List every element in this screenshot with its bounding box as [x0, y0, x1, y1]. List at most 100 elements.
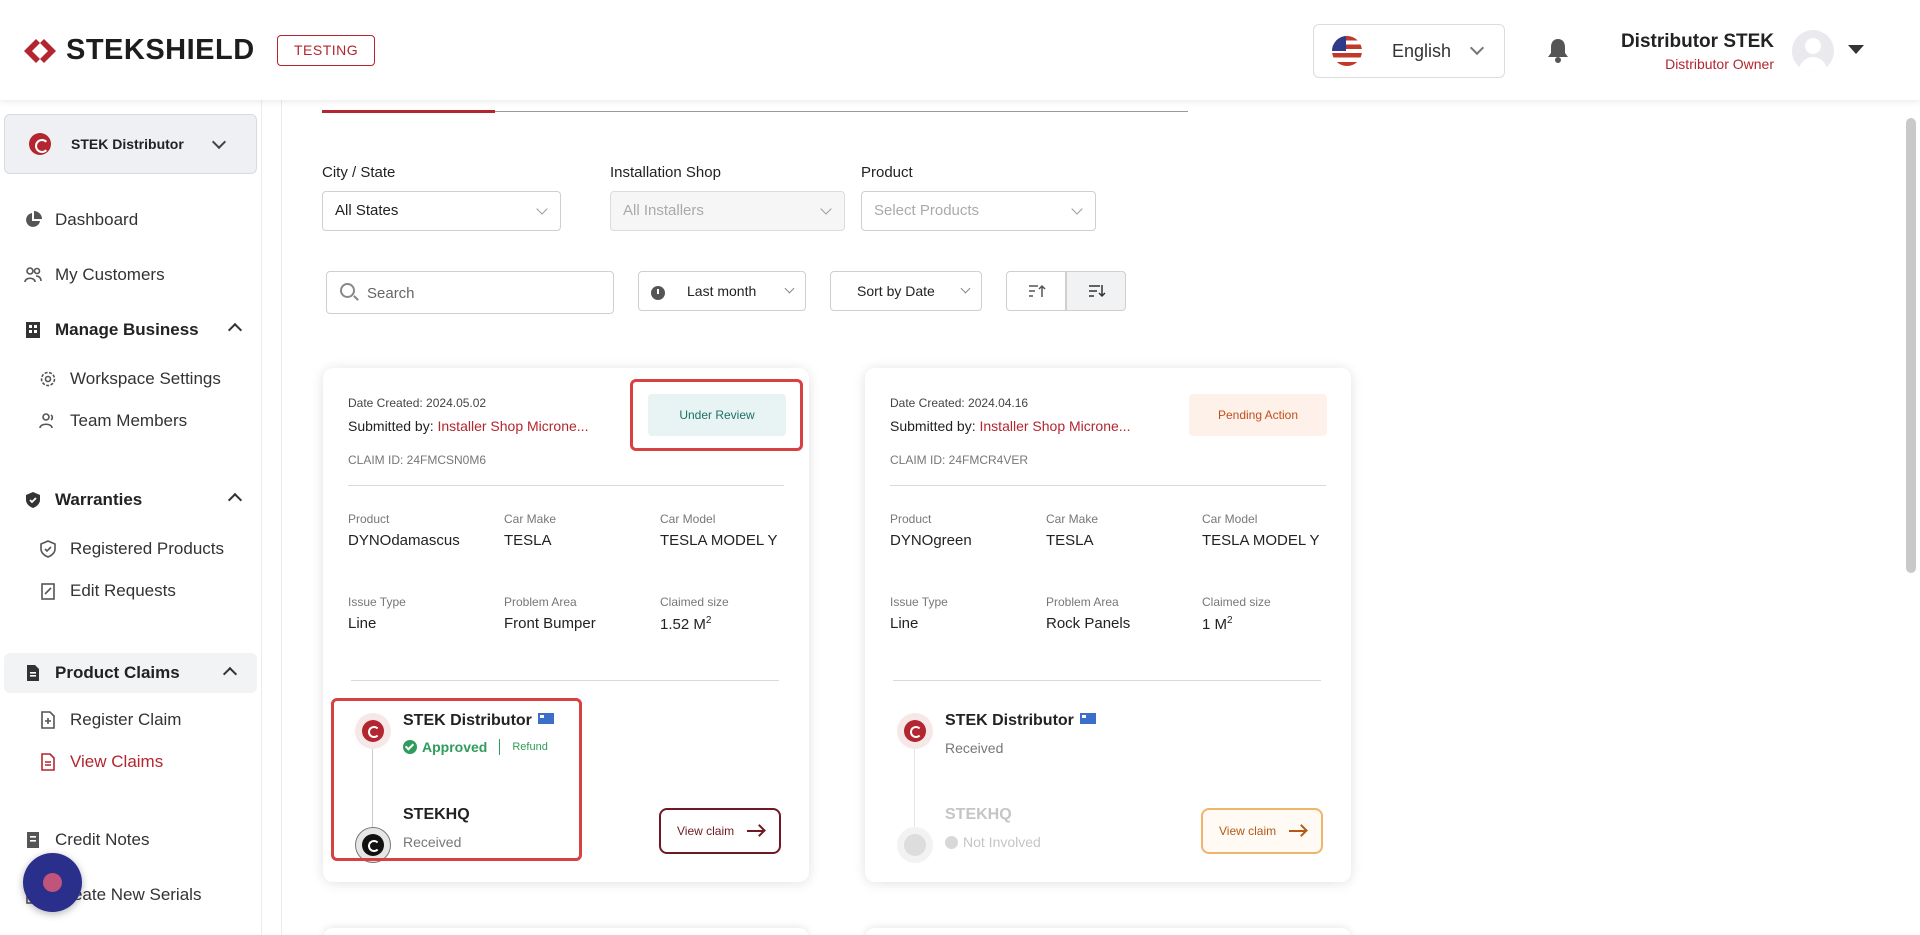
issue-type-key: Issue Type [348, 595, 406, 609]
chat-launcher-button[interactable] [23, 853, 82, 912]
view-claim-label: View claim [1219, 824, 1277, 838]
info-dot-icon [945, 836, 958, 849]
building-icon [26, 322, 40, 338]
sidebar-group-label: Product Claims [55, 663, 180, 682]
car-model-value: TESLA MODEL Y [1202, 532, 1320, 549]
arrow-right-icon [747, 830, 763, 832]
divider [348, 485, 784, 486]
period-select[interactable]: Last month [638, 271, 806, 311]
chevron-down-icon [536, 203, 548, 215]
sidebar-item-workspace-settings[interactable]: Workspace Settings [0, 369, 262, 389]
submitted-by-label: Submitted by: [890, 418, 980, 434]
problem-area-value: Front Bumper [504, 615, 596, 632]
sidebar-group-label: Warranties [55, 490, 143, 509]
claim-card-partial [323, 928, 809, 935]
claim-id: CLAIM ID: 24FMCSN0M6 [348, 453, 487, 467]
stekshield-logo[interactable]: STEKSHIELD [22, 34, 255, 67]
chevron-up-icon [227, 322, 243, 338]
sidebar-item-credit-notes[interactable]: Credit Notes [0, 830, 262, 850]
car-model-value: TESLA MODEL Y [660, 532, 778, 549]
divider [351, 680, 779, 681]
pie-chart-icon [26, 211, 42, 227]
chevron-down-icon [1071, 203, 1083, 215]
claim-card: Date Created: 2024.04.16 Submitted by: I… [865, 368, 1351, 882]
sidebar-item-label: Dashboard [55, 210, 139, 229]
city-state-select[interactable]: All States [322, 191, 561, 231]
sort-descending-button[interactable] [1066, 271, 1126, 311]
product-key: Product [890, 512, 932, 526]
distributor-name: STEK Distributor [945, 712, 1074, 729]
team-icon [39, 413, 54, 429]
sidebar-item-dashboard[interactable]: Dashboard [0, 210, 262, 230]
caret-down-icon[interactable] [1848, 45, 1864, 54]
sidebar-item-label: Workspace Settings [70, 369, 221, 388]
notification-bell-icon[interactable] [1546, 37, 1570, 63]
claimed-size-unit-exponent: 2 [705, 615, 712, 626]
submitted-by: Submitted by: Installer Shop Microne... [348, 418, 588, 434]
product-select[interactable]: Select Products [861, 191, 1096, 231]
users-icon [24, 267, 42, 283]
user-avatar[interactable] [1792, 30, 1834, 72]
us-flag-icon [1332, 36, 1362, 66]
status-badge: Pending Action [1189, 394, 1327, 436]
sidebar-item-edit-requests[interactable]: Edit Requests [0, 581, 262, 601]
sidebar-item-registered-products[interactable]: Registered Products [0, 539, 262, 559]
problem-area-key: Problem Area [504, 595, 577, 609]
claimed-size-unit-exponent: 2 [1227, 615, 1233, 626]
sidebar-group-label: Manage Business [55, 320, 199, 339]
view-claim-button[interactable]: View claim [1201, 808, 1323, 854]
not-involved-label: Not Involved [963, 834, 1041, 850]
stekhq-node-icon [897, 827, 933, 863]
installer-shop-link[interactable]: Installer Shop Microne... [980, 418, 1131, 434]
environment-badge: TESTING [277, 35, 376, 66]
date-created: Date Created: 2024.04.16 [890, 396, 1029, 410]
sidebar-item-register-claim[interactable]: Register Claim [0, 710, 262, 730]
sidebar-item-view-claims[interactable]: View Claims [0, 752, 262, 772]
sidebar-group-warranties[interactable]: Warranties [0, 490, 262, 510]
page-scrollbar[interactable] [1906, 118, 1916, 573]
car-model-key: Car Model [660, 512, 716, 526]
sort-ascending-button[interactable] [1006, 271, 1066, 311]
active-tab-indicator [322, 110, 495, 113]
sidebar-item-team-members[interactable]: Team Members [0, 411, 262, 431]
claimed-size-key: Claimed size [1202, 595, 1271, 609]
claimed-size-value: 1.52 M2 [660, 615, 711, 633]
search-input[interactable] [367, 280, 597, 306]
chevron-down-icon [211, 134, 227, 150]
add-doc-icon [41, 711, 55, 729]
sidebar-item-label: Credit Notes [55, 830, 150, 849]
car-model-key: Car Model [1202, 512, 1258, 526]
timeline-node-name: STEK Distributor [945, 712, 1096, 730]
user-name: Distributor STEK [1620, 31, 1774, 52]
status-highlight-box [630, 379, 803, 451]
sidebar-item-my-customers[interactable]: My Customers [0, 265, 262, 285]
sort-select[interactable]: Sort by Date [830, 271, 982, 311]
language-select[interactable]: English [1313, 24, 1505, 78]
claimed-size-number: 1.52 M [660, 616, 706, 633]
claimed-size-key: Claimed size [660, 595, 729, 609]
installer-shop-link[interactable]: Installer Shop Microne... [438, 418, 589, 434]
shield-icon [40, 540, 56, 558]
installation-shop-select[interactable]: All Installers [610, 191, 845, 231]
product-label: Product [861, 164, 913, 181]
product-value: DYNOdamascus [348, 532, 460, 549]
chevron-down-icon [784, 283, 795, 294]
edit-doc-icon [41, 583, 55, 600]
organization-switcher[interactable]: STEK Distributor [4, 114, 257, 174]
car-make-key: Car Make [1046, 512, 1099, 526]
problem-area-value: Rock Panels [1046, 615, 1131, 632]
view-claim-button[interactable]: View claim [659, 808, 781, 854]
chevron-up-icon [227, 492, 243, 508]
installation-shop-label: Installation Shop [610, 164, 721, 181]
distributor-status: Received [945, 740, 1004, 756]
search-box[interactable] [326, 271, 614, 314]
sidebar-group-product-claims[interactable]: Product Claims [4, 653, 257, 693]
view-claim-label: View claim [677, 824, 735, 838]
stekshield-logo-icon [24, 38, 56, 63]
stekhq-name: STEKHQ [945, 806, 1012, 823]
arrow-right-icon [1289, 830, 1305, 832]
product-key: Product [348, 512, 390, 526]
user-role: Distributor Owner [1665, 56, 1774, 72]
receipt-icon [27, 832, 39, 848]
sidebar-group-manage-business[interactable]: Manage Business [0, 320, 262, 340]
